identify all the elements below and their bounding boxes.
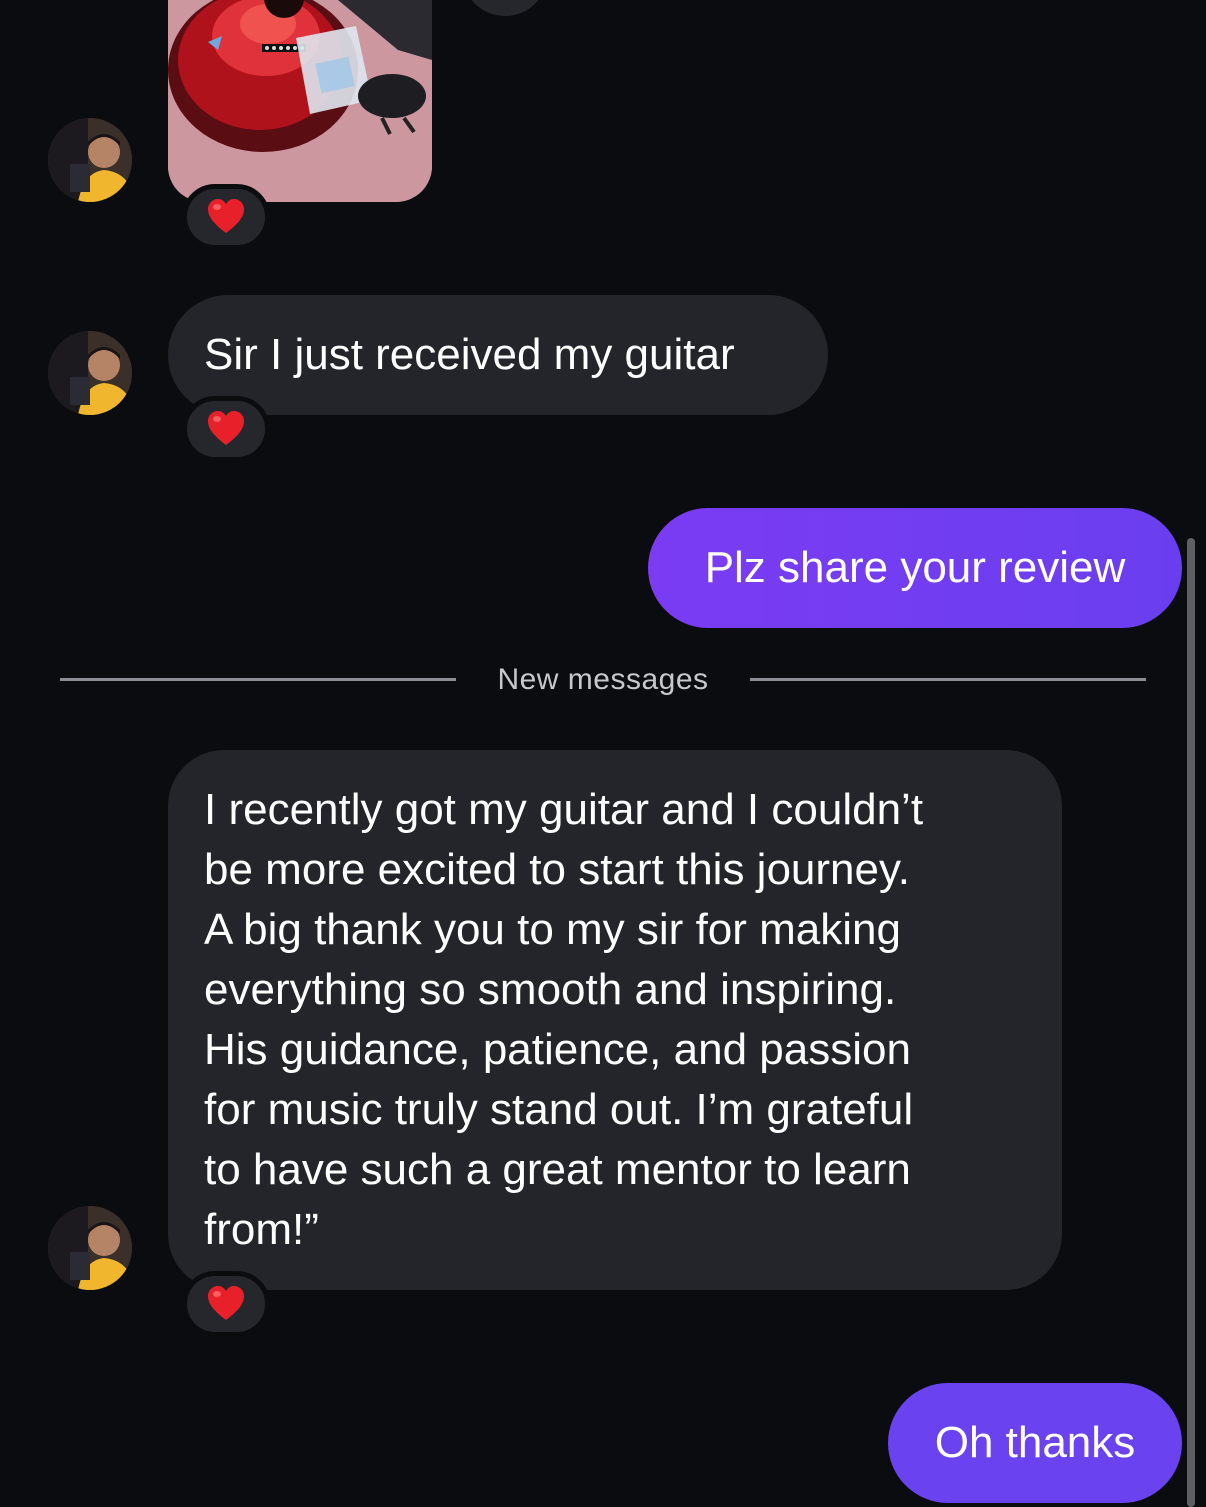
red-heart-icon [208, 411, 244, 445]
avatar[interactable] [48, 331, 132, 415]
reaction-badge[interactable] [182, 396, 270, 462]
partial-reaction [462, 0, 548, 16]
photo-message[interactable] [168, 0, 432, 202]
reaction-badge[interactable] [182, 1271, 270, 1337]
divider-line-left [60, 678, 456, 681]
user-avatar-icon [48, 118, 132, 202]
guitar-photo [168, 0, 432, 202]
new-messages-divider: New messages [497, 663, 709, 696]
incoming-message[interactable]: Sir I just received my guitar [168, 295, 828, 415]
red-heart-icon [208, 199, 244, 233]
incoming-message[interactable]: I recently got my guitar and I couldn’t … [168, 750, 1062, 1290]
message-line: to have such a great mentor to learn [204, 1145, 911, 1194]
message-line: everything so smooth and inspiring. [204, 965, 897, 1014]
message-line: His guidance, patience, and passion [204, 1025, 911, 1074]
outgoing-message[interactable]: Oh thanks [888, 1383, 1182, 1503]
divider-line-right [750, 678, 1146, 681]
scrollbar[interactable] [1187, 538, 1195, 1507]
message-line: for music truly stand out. I’m grateful [204, 1085, 914, 1134]
outgoing-message[interactable]: Plz share your review [648, 508, 1182, 628]
message-text: Sir I just received my guitar [204, 330, 735, 379]
user-avatar-icon [48, 1206, 132, 1290]
message-line: from!” [204, 1205, 319, 1254]
message-text: Oh thanks [934, 1418, 1136, 1467]
message-line: be more excited to start this journey. [204, 845, 910, 894]
reaction-badge[interactable] [182, 184, 270, 250]
message-line: I recently got my guitar and I couldn’t [204, 785, 924, 834]
avatar[interactable] [48, 1206, 132, 1290]
red-heart-icon [208, 1286, 244, 1320]
message-text: Plz share your review [704, 543, 1126, 592]
avatar[interactable] [48, 118, 132, 202]
message-line: A big thank you to my sir for making [204, 905, 901, 954]
user-avatar-icon [48, 331, 132, 415]
